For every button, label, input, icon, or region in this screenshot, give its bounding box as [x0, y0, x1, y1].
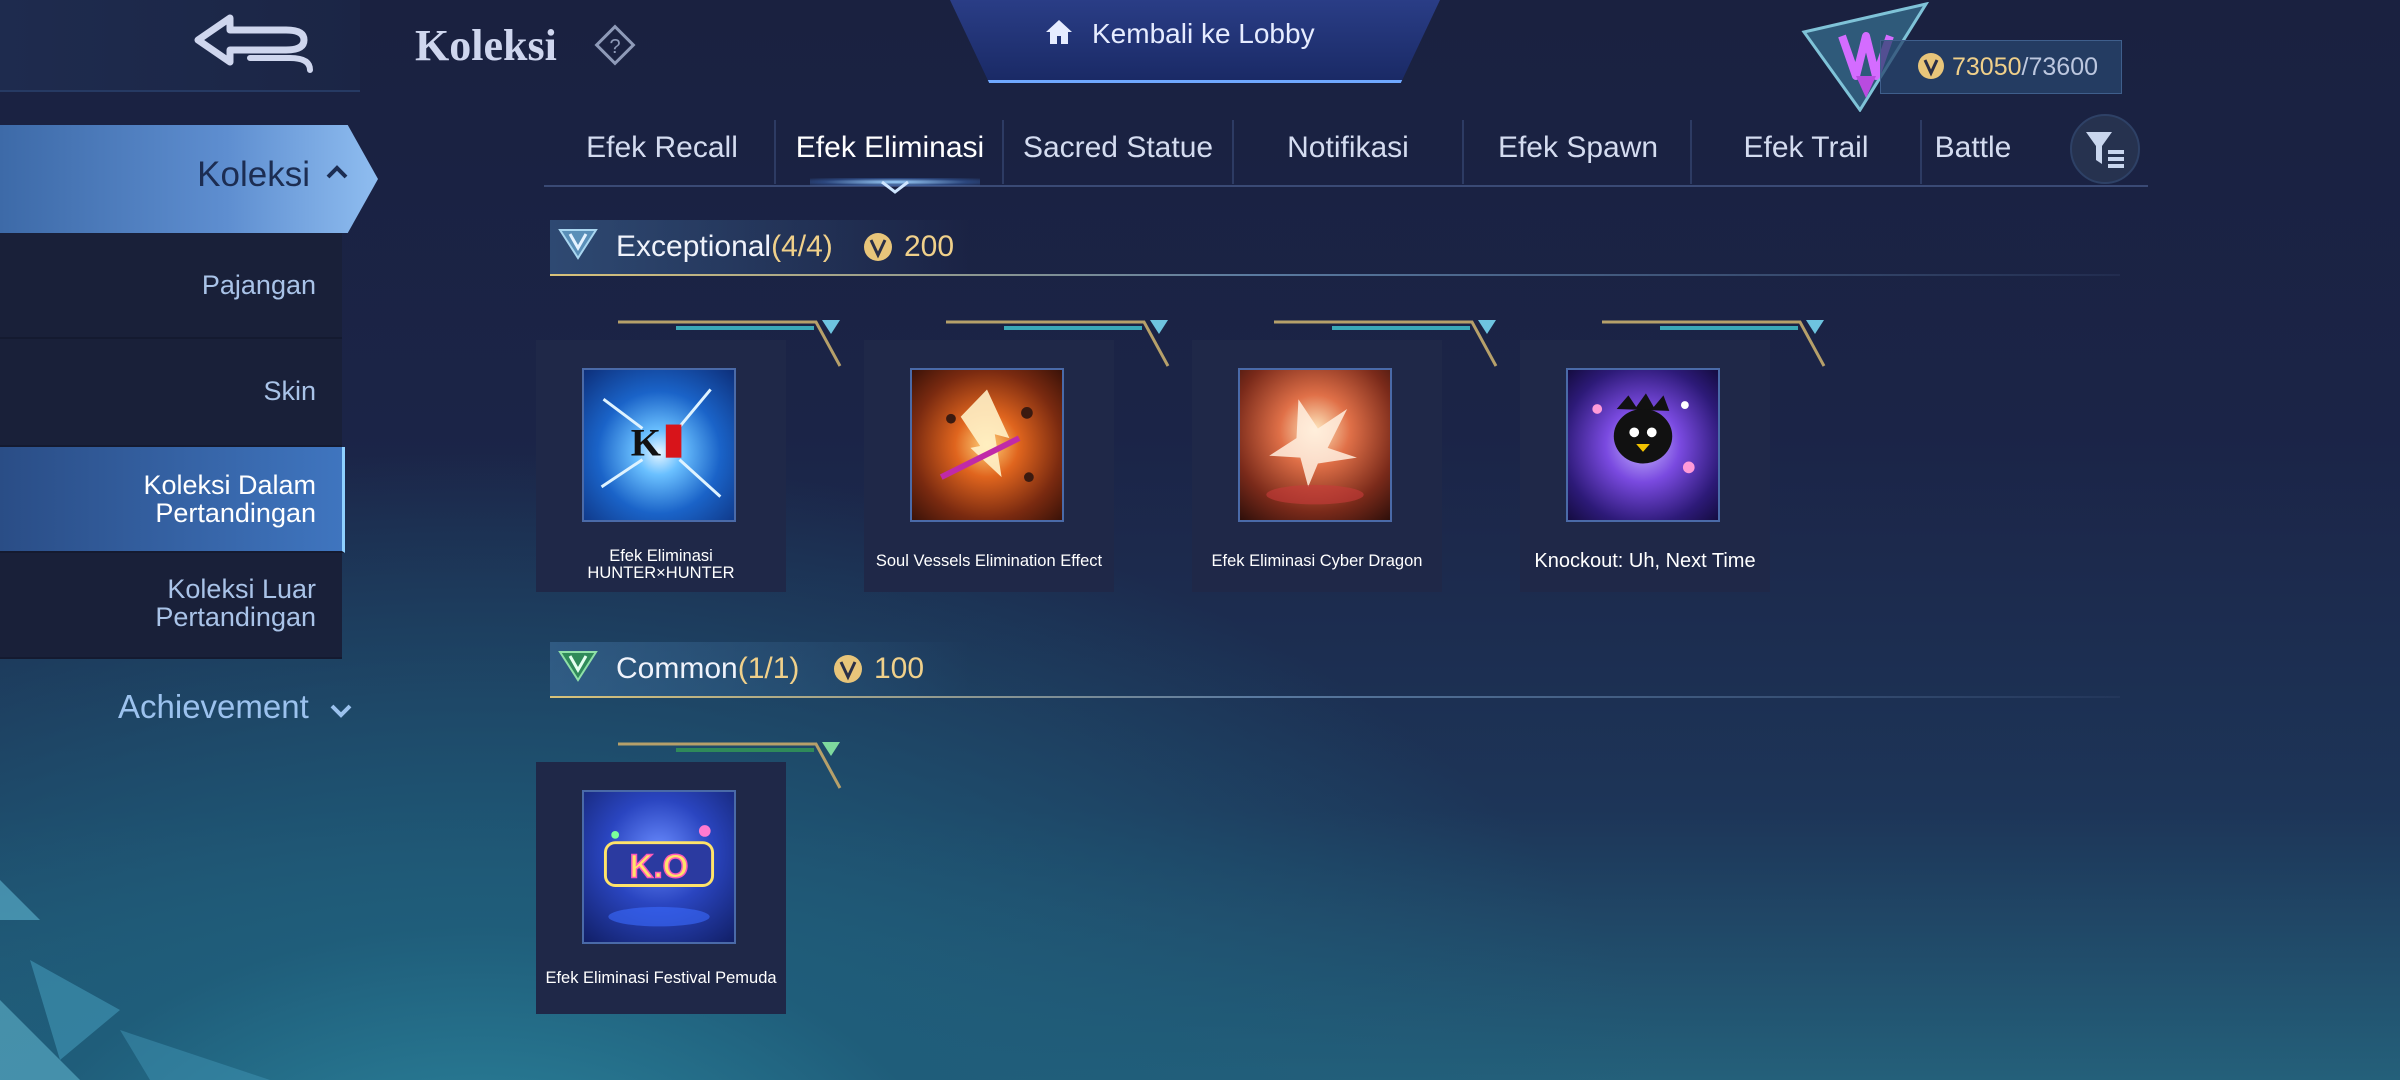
- sidebar-item-koleksi-dalam[interactable]: Koleksi Dalam Pertandingan: [0, 447, 345, 553]
- section-title: Exceptional(4/4): [616, 230, 833, 264]
- section-cost: 100: [874, 652, 925, 685]
- section-title-text: Common: [616, 652, 738, 685]
- coin-icon: [864, 233, 892, 261]
- sidebar-item-label: Koleksi Dalam Pertandingan: [143, 470, 316, 528]
- sidebar-item-skin[interactable]: Skin: [0, 339, 342, 447]
- section-title: Common(1/1): [616, 652, 799, 686]
- card-frame-ornament: [946, 320, 1170, 367]
- home-icon: [1046, 20, 1072, 44]
- item-thumbnail: [1238, 368, 1392, 522]
- penguin-graphic: [1592, 393, 1695, 474]
- section-cost: 200: [904, 230, 955, 263]
- category-tabs: Efek Recall Efek Eliminasi Sacred Statue…: [548, 120, 2148, 186]
- filter-icon: [2086, 132, 2124, 168]
- exceptional-rank-icon: [558, 229, 598, 260]
- section-divider: [550, 274, 2120, 276]
- item-name: Efek Eliminasi Cyber Dragon: [1211, 552, 1423, 570]
- card-frame-ornament: [618, 742, 842, 789]
- svg-text:K: K: [631, 422, 661, 465]
- sidebar-item-pajangan[interactable]: Pajangan: [0, 233, 342, 339]
- tab-notifikasi[interactable]: Notifikasi: [1234, 120, 1462, 184]
- collection-card[interactable]: K.O Efek Eliminasi Festival Pemuda: [536, 742, 842, 1014]
- sidebar-achievement[interactable]: Achievement: [118, 688, 309, 726]
- section-common-header: Common(1/1) 100: [550, 642, 2120, 698]
- tab-efek-spawn[interactable]: Efek Spawn: [1464, 120, 1692, 184]
- sidebar-item-label: Skin: [263, 376, 316, 406]
- tab-sacred-statue[interactable]: Sacred Statue: [1004, 120, 1232, 184]
- collection-card[interactable]: Knockout: Uh, Next Time: [1520, 320, 1826, 592]
- tab-efek-trail[interactable]: Efek Trail: [1692, 120, 1920, 184]
- help-icon[interactable]: ?: [592, 22, 638, 68]
- sidebar-item-label: Pajangan: [201, 270, 316, 300]
- chevron-down-icon[interactable]: [330, 704, 352, 718]
- item-name: Efek Eliminasi Festival Pemuda: [545, 969, 777, 987]
- sidebar-koleksi-label: Koleksi: [197, 155, 310, 194]
- common-rank-icon: [558, 651, 598, 682]
- sidebar-item-label: Koleksi Luar Pertandingan: [155, 574, 316, 632]
- section-exceptional-header: Exceptional(4/4) 200: [550, 220, 2120, 276]
- tab-efek-recall[interactable]: Efek Recall: [548, 120, 776, 184]
- svg-text:?: ?: [609, 36, 620, 58]
- item-thumbnail: [1566, 368, 1720, 522]
- lobby-button-label[interactable]: Kembali ke Lobby: [1092, 18, 1315, 50]
- tab-efek-eliminasi[interactable]: Efek Eliminasi: [776, 120, 1004, 184]
- section-title-text: Exceptional: [616, 230, 772, 263]
- flame-graphic: [939, 389, 1034, 483]
- item-name: Soul Vessels Elimination Effect: [875, 552, 1103, 570]
- shatter-graphic: K: [600, 388, 722, 498]
- item-thumbnail: [910, 368, 1064, 522]
- coin-icon: [1918, 53, 1944, 79]
- points-max: /73600: [2021, 53, 2098, 81]
- tab-battle[interactable]: Battle: [1898, 120, 2048, 184]
- points-current: 73050: [1952, 53, 2022, 81]
- filter-button[interactable]: [2070, 114, 2140, 184]
- dragon-graphic: [1266, 399, 1364, 505]
- item-name: Knockout: Uh, Next Time: [1534, 550, 1756, 572]
- sidebar-item-koleksi-luar[interactable]: Koleksi Luar Pertandingan: [0, 553, 342, 659]
- item-thumbnail: K: [582, 368, 736, 522]
- item-thumbnail: K.O: [582, 790, 736, 944]
- ko-text: K.O: [630, 849, 689, 886]
- card-frame-ornament: [1274, 320, 1498, 367]
- decorative-crystals: [0, 880, 270, 1080]
- card-frame-ornament: [1602, 320, 1826, 367]
- sidebar-koleksi[interactable]: Koleksi: [0, 125, 378, 233]
- page-title: Koleksi: [415, 21, 557, 70]
- tabs-baseline: [544, 185, 2148, 187]
- section-count: (4/4): [771, 230, 833, 263]
- chevron-up-icon: [326, 165, 348, 179]
- back-arrow-icon[interactable]: [190, 8, 320, 80]
- collection-card[interactable]: K Efek Eliminasi HUNTER×HUNTER: [536, 320, 842, 592]
- item-name: Efek Eliminasi HUNTER×HUNTER: [587, 547, 735, 582]
- points-counter: 73050/73600: [1952, 53, 2098, 82]
- active-tab-caret-icon: [881, 180, 909, 194]
- coin-icon: [834, 655, 862, 683]
- collection-card[interactable]: Efek Eliminasi Cyber Dragon: [1192, 320, 1498, 592]
- section-count: (1/1): [737, 652, 800, 685]
- ko-festival-graphic: K.O: [603, 825, 715, 927]
- section-divider: [550, 696, 2120, 698]
- card-frame-ornament: [618, 320, 842, 367]
- collection-card[interactable]: Soul Vessels Elimination Effect: [864, 320, 1170, 592]
